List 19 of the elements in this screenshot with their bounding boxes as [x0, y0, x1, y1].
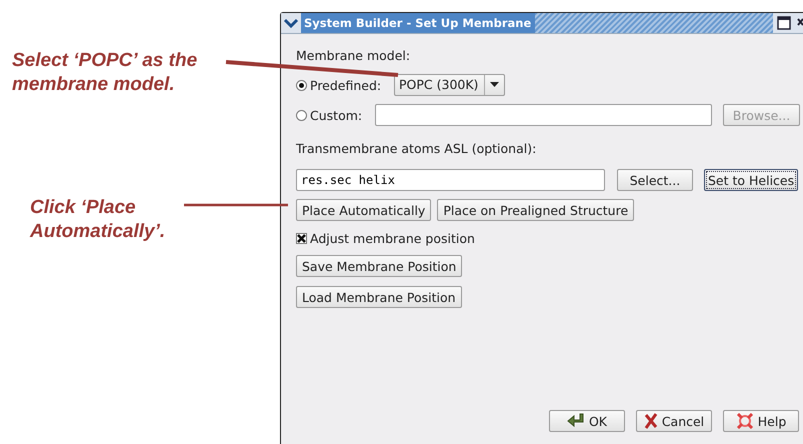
section-label: Membrane model: — [296, 48, 410, 64]
asl-field[interactable]: res.sec helix — [296, 169, 605, 191]
cancel-button[interactable]: Cancel — [636, 410, 712, 432]
place-button[interactable]: Place on Prealigned Structure — [437, 199, 634, 221]
radio-label: Custom: — [310, 108, 364, 122]
model-dropdown[interactable]: POPC (300K) — [394, 74, 506, 96]
annotation-text: Click ‘Place Automatically’. — [30, 196, 166, 244]
help-button[interactable]: Help — [723, 410, 799, 432]
radio-label: Predefined: — [310, 78, 382, 92]
section-label: Transmembrane atoms ASL (optional): — [296, 141, 536, 157]
checkbox-label: Adjust membrane position — [310, 231, 475, 246]
set-to-helices-button[interactable]: Set to Helices — [704, 169, 798, 191]
window-title: System Builder - Set Up Membrane — [301, 13, 536, 33]
position-button[interactable]: Save Membrane Position — [296, 255, 462, 277]
place-button[interactable]: Place Automatically — [296, 199, 432, 221]
ok-button[interactable]: OK — [549, 410, 625, 432]
annotation-text: Select ‘POPC’ as the membrane model. — [12, 49, 198, 97]
select-button[interactable]: Select... — [617, 169, 693, 191]
position-button[interactable]: Load Membrane Position — [296, 286, 462, 308]
